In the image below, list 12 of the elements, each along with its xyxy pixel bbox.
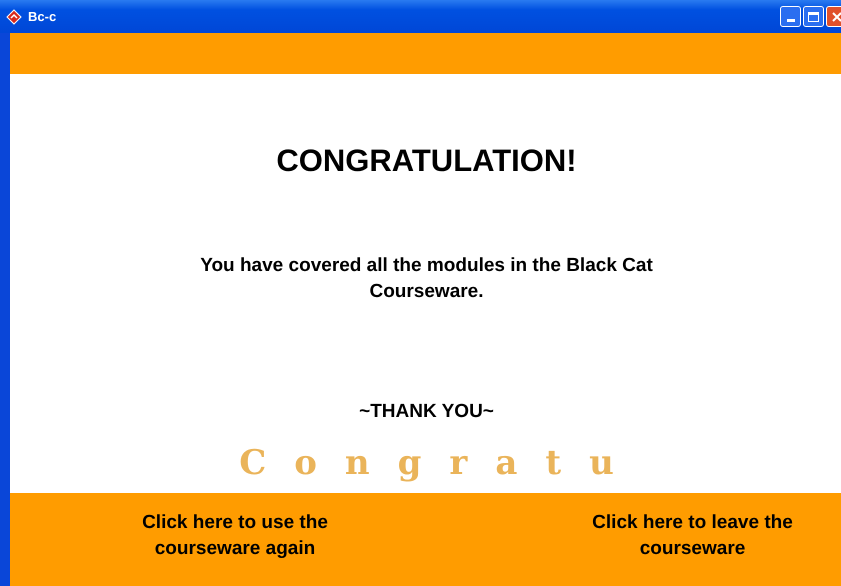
- close-icon: [832, 12, 841, 22]
- maximize-button[interactable]: [803, 6, 824, 27]
- message-text: You have covered all the modules in the Black Cat Courseware.: [199, 254, 654, 304]
- window-title: Bc-c: [28, 8, 56, 26]
- leave-courseware-link[interactable]: Click here to leave the courseware: [580, 510, 805, 562]
- courseware-again-link[interactable]: Click here to use the courseware again: [110, 510, 360, 562]
- heading: CONGRATULATION!: [276, 142, 577, 180]
- app-icon: [6, 8, 22, 24]
- close-button[interactable]: [826, 6, 841, 27]
- thank-you-text: ~THANK YOU~: [359, 400, 494, 424]
- minimize-button[interactable]: [780, 6, 801, 27]
- banner-text: Congratu: [238, 442, 642, 485]
